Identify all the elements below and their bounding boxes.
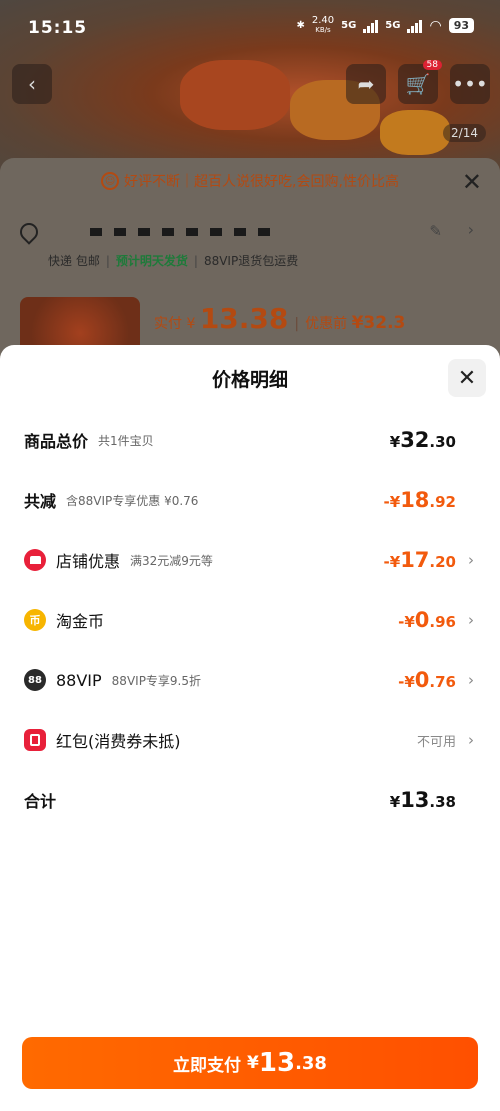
cart-badge: 58	[422, 60, 442, 70]
shop-icon	[24, 549, 46, 571]
chevron-right-icon: ›	[468, 731, 474, 749]
chevron-right-icon: ›	[468, 611, 474, 629]
close-icon[interactable]: ✕	[462, 168, 482, 196]
bluetooth-icon: ✱	[296, 20, 305, 31]
back-button[interactable]: ‹	[12, 64, 52, 104]
address-row[interactable]: ✎ ›	[16, 218, 480, 246]
edit-icon[interactable]: ✎	[429, 222, 442, 240]
sim2-label: 5G	[385, 20, 401, 31]
signal-icon	[407, 19, 423, 33]
cart-button[interactable]: 🛒 58	[398, 60, 442, 104]
location-pin-icon	[16, 219, 42, 245]
chevron-left-icon: ‹	[28, 72, 36, 96]
row-goods-total: 商品总价 共1件宝贝 ¥32.30	[24, 428, 456, 452]
goods-total-amount: ¥32.30	[389, 428, 456, 452]
wifi-icon: ◠	[429, 17, 442, 34]
address-redacted	[90, 228, 270, 236]
coin-icon: 币	[24, 609, 46, 631]
price-summary: 实付 ¥ 13.38 | 优惠前 ¥32.3	[154, 302, 406, 335]
promo-text: 好评不断｜超百人说很好吃,会回购,性价比高	[124, 174, 399, 190]
row-total-discount: 共减 含88VIP专享优惠 ¥0.76 -¥18.92	[24, 488, 456, 512]
chevron-right-icon: ›	[468, 551, 474, 569]
chevron-right-icon: ›	[467, 220, 474, 239]
vip-icon: 88	[24, 669, 46, 691]
row-taojinbi[interactable]: 币 淘金币 -¥0.96 ›	[24, 605, 476, 635]
more-button[interactable]: •••	[450, 64, 490, 104]
price-detail-sheet: 价格明细 ✕ 商品总价 共1件宝贝 ¥32.30 共减 含88VIP专享优惠 ¥…	[0, 345, 500, 1111]
share-icon: ➦	[357, 72, 375, 96]
sim1-label: 5G	[341, 20, 357, 31]
taojinbi-amount: -¥0.96	[398, 608, 456, 632]
battery-indicator: 93	[448, 18, 474, 33]
network-speed: 2.40 KB/s	[311, 15, 335, 35]
promo-banner: ☺ 好评不断｜超百人说很好吃,会回购,性价比高	[0, 158, 500, 204]
chevron-right-icon: ›	[468, 671, 474, 689]
share-button[interactable]: ➦	[346, 64, 386, 104]
total-discount-amount: -¥18.92	[383, 488, 456, 512]
pay-now-button[interactable]: 立即支付 ¥13.38	[22, 1037, 478, 1089]
status-bar: 15:15 ✱ 2.40 KB/s 5G 5G ◠ 93	[0, 0, 500, 52]
row-total: 合计 ¥13.38	[24, 788, 456, 812]
red-packet-icon	[24, 729, 46, 751]
close-button[interactable]: ✕	[448, 359, 486, 397]
shop-discount-amount: -¥17.20	[383, 548, 456, 572]
row-red-packet[interactable]: 红包(消费券未抵) 不可用 ›	[24, 725, 476, 755]
vip-discount-amount: -¥0.76	[398, 668, 456, 692]
cart-icon: 🛒	[405, 72, 431, 96]
row-88vip[interactable]: 88 88VIP 88VIP专享9.5折 -¥0.76 ›	[24, 665, 476, 695]
row-shop-discount[interactable]: 店铺优惠 满32元减9元等 -¥17.20 ›	[24, 545, 476, 575]
signal-icon	[363, 19, 379, 33]
close-icon: ✕	[457, 365, 477, 391]
total-amount: ¥13.38	[389, 788, 456, 812]
image-counter: 2/14	[443, 124, 486, 142]
smile-icon: ☺	[101, 172, 120, 190]
status-time: 15:15	[28, 18, 88, 38]
shipping-info: 快递 包邮 | 预计明天发货 | 88VIP退货包运费	[48, 254, 299, 268]
more-icon: •••	[452, 72, 488, 96]
modal-title: 价格明细	[211, 369, 288, 391]
unavailable-status: 不可用	[416, 734, 456, 750]
